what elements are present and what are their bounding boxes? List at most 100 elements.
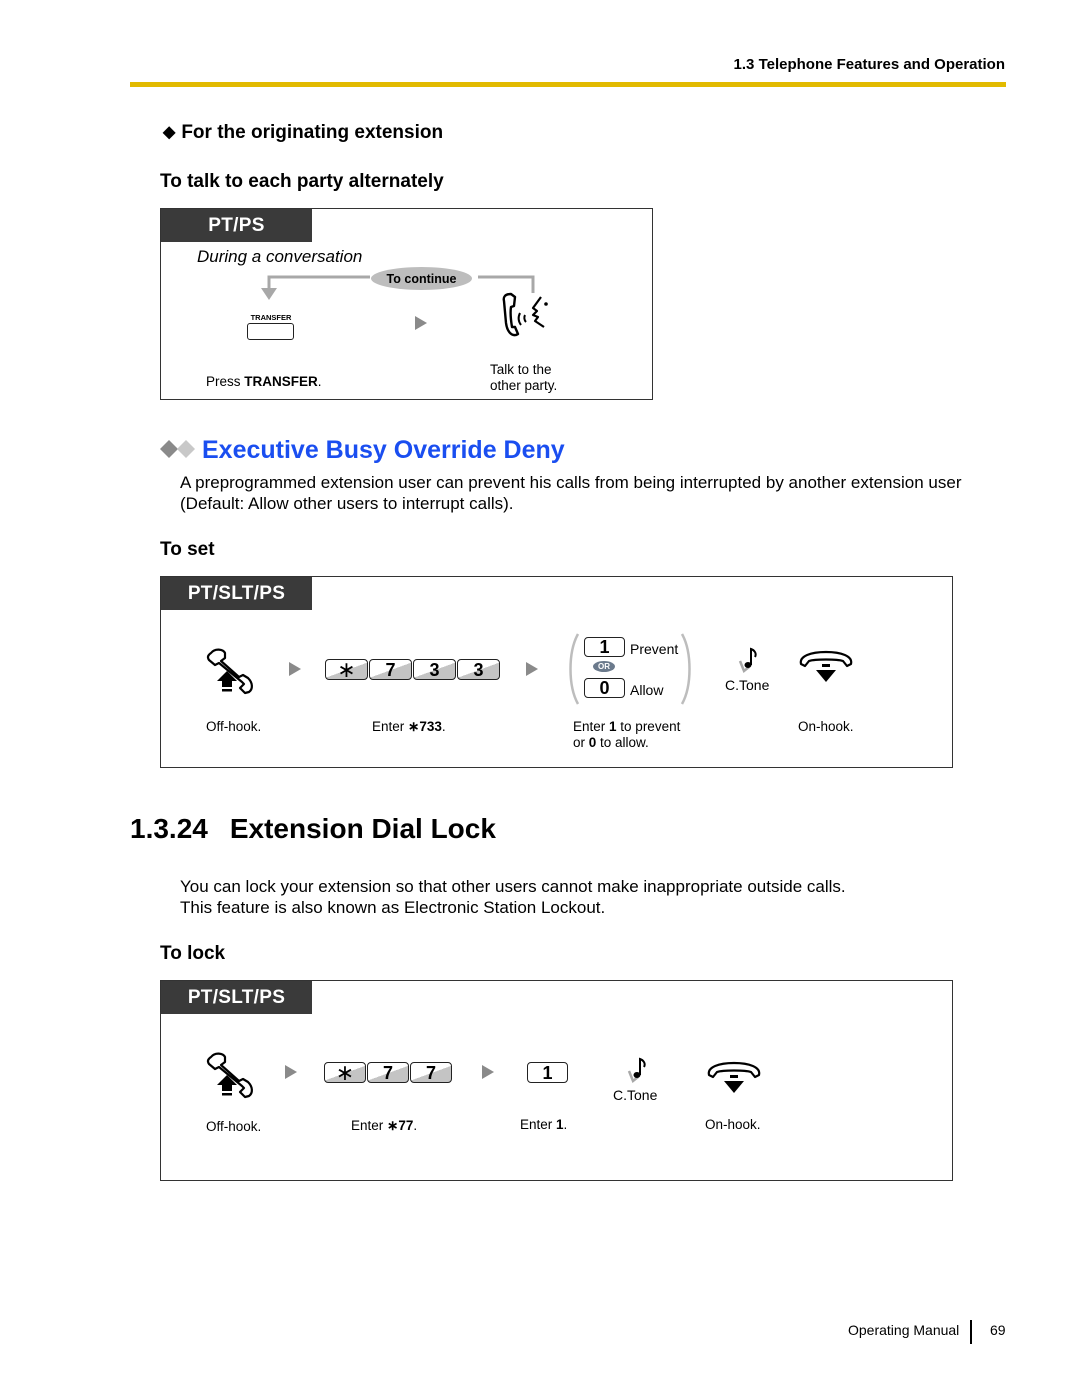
- caption-text: .: [317, 374, 322, 389]
- key-label: 1: [599, 637, 610, 657]
- section-title-text: Extension Dial Lock: [229, 813, 496, 844]
- on-hook-icon: [707, 1061, 761, 1093]
- caption-off-hook: Off-hook.: [206, 1119, 262, 1134]
- section-number: 1.3.24: [130, 813, 208, 844]
- device-tab: PT/SLT/PS: [161, 981, 312, 1014]
- caption-line: Enter 1 to prevent: [573, 719, 680, 735]
- on-hook-icon: [799, 650, 853, 682]
- caption-text: Enter: [573, 719, 610, 734]
- device-tab: PT/PS: [161, 209, 312, 242]
- to-lock-heading: To lock: [160, 943, 226, 964]
- key-7[interactable]: 7: [369, 659, 412, 680]
- key-label: 1: [542, 1062, 553, 1083]
- section-title: 1.3.24 Extension Dial Lock: [130, 813, 496, 845]
- next-step-arrow-icon: [285, 1065, 297, 1079]
- caption-enter-code: Enter ∗733.: [372, 719, 446, 735]
- caption-text: .: [441, 719, 446, 734]
- confirmation-tone-icon: [738, 647, 757, 674]
- caption-bold: 1: [556, 1117, 564, 1132]
- page-number: 69: [990, 1322, 1006, 1338]
- caption-text: .: [563, 1117, 568, 1132]
- key-3[interactable]: 3: [413, 659, 456, 680]
- next-step-arrow-icon: [482, 1065, 494, 1079]
- caption-bold: 1: [609, 719, 617, 734]
- transfer-key-label: TRANSFER: [250, 313, 292, 322]
- caption-text: Enter: [351, 1118, 388, 1133]
- key-1-prevent[interactable]: 1: [584, 637, 625, 657]
- caption-line: other party.: [490, 378, 558, 393]
- next-step-arrow-icon: [526, 662, 538, 676]
- caption-on-hook: On-hook.: [798, 719, 854, 734]
- confirmation-tone-icon: [627, 1057, 646, 1084]
- caption-text: to allow.: [596, 735, 649, 750]
- caption-enter-code: Enter ∗77.: [351, 1118, 417, 1134]
- description-line: (Default: Allow other users to interrupt…: [180, 494, 514, 513]
- caption-enter-1: Enter 1.: [520, 1117, 567, 1133]
- or-badge: OR: [593, 661, 615, 672]
- next-step-arrow-icon: [289, 662, 301, 676]
- key-label: 0: [599, 678, 610, 698]
- key-7[interactable]: 7: [410, 1062, 452, 1083]
- double-diamond-icon: [160, 440, 195, 458]
- header-rule: [130, 82, 1006, 87]
- key-star[interactable]: ∗: [325, 656, 368, 682]
- c-tone-label: C.Tone: [613, 1087, 658, 1103]
- allow-label: Allow: [630, 682, 664, 698]
- pt-ps-procedure-box: PT/PS During a conversation To continue …: [160, 208, 653, 400]
- off-hook-icon: [206, 1052, 253, 1099]
- diamond-bullet-icon: ◆: [163, 124, 176, 141]
- key-label: 3: [429, 659, 440, 680]
- key-7[interactable]: 7: [367, 1062, 409, 1083]
- key-label: 7: [385, 659, 396, 680]
- key-label: 3: [473, 659, 484, 680]
- footer-divider: [970, 1320, 972, 1344]
- context-label: During a conversation: [197, 247, 363, 266]
- description-line: A preprogrammed extension user can preve…: [180, 473, 962, 492]
- talk-handset-icon: [502, 292, 548, 337]
- key-star[interactable]: ∗: [324, 1059, 366, 1085]
- key-label: 7: [382, 1062, 393, 1083]
- caption-bold: ∗77: [387, 1118, 414, 1133]
- caption-text: to prevent: [616, 719, 681, 734]
- caption-text: Press: [206, 374, 245, 389]
- caption-text: or: [573, 735, 589, 750]
- originating-heading: ◆ For the originating extension: [163, 122, 443, 144]
- description-line: This feature is also known as Electronic…: [180, 898, 606, 917]
- description-line: You can lock your extension so that othe…: [180, 877, 846, 896]
- caption-text: Enter: [372, 719, 409, 734]
- next-step-arrow-icon: [415, 316, 427, 330]
- caption-bold: ∗733: [408, 719, 442, 734]
- dial-lock-description: You can lock your extension so that othe…: [180, 876, 1000, 918]
- key-label: ∗: [335, 1059, 355, 1085]
- executive-description: A preprogrammed extension user can preve…: [180, 472, 1010, 514]
- executive-busy-override-deny-title: Executive Busy Override Deny: [202, 436, 565, 464]
- key-label: 7: [425, 1062, 436, 1083]
- to-continue-label: To continue: [371, 267, 472, 290]
- to-lock-procedure-box: PT/SLT/PS ∗ 7 7 1 C.Tone Off-hook. Enter…: [160, 980, 953, 1181]
- caption-enter-choice: Enter 1 to prevent or 0 to allow.: [573, 719, 680, 751]
- caption-bold: TRANSFER: [244, 374, 318, 389]
- step-talk-caption: Talk to the other party.: [490, 362, 557, 394]
- key-0-allow[interactable]: 0: [584, 678, 625, 698]
- key-1[interactable]: 1: [527, 1062, 568, 1083]
- caption-line: Talk to the: [490, 362, 552, 377]
- c-tone-label: C.Tone: [725, 677, 770, 693]
- caption-on-hook: On-hook.: [705, 1117, 761, 1132]
- step-press-transfer-caption: Press TRANSFER.: [206, 374, 322, 390]
- originating-heading-text: For the originating extension: [181, 122, 444, 143]
- caption-text: Enter: [520, 1117, 557, 1132]
- off-hook-icon: [206, 648, 253, 695]
- transfer-button[interactable]: [247, 323, 294, 340]
- to-set-heading: To set: [160, 539, 215, 560]
- running-head: 1.3 Telephone Features and Operation: [733, 56, 1005, 73]
- footer-label: Operating Manual: [848, 1322, 960, 1338]
- device-tab: PT/SLT/PS: [161, 577, 312, 610]
- caption-line: or 0 to allow.: [573, 735, 680, 751]
- key-3[interactable]: 3: [457, 659, 500, 680]
- to-set-procedure-box: PT/SLT/PS ∗ 7 3 3 1 Prevent OR 0 Allow C…: [160, 576, 953, 768]
- caption-off-hook: Off-hook.: [206, 719, 262, 734]
- prevent-label: Prevent: [630, 641, 679, 657]
- alternate-subheading: To talk to each party alternately: [160, 171, 444, 192]
- key-label: ∗: [337, 656, 356, 682]
- caption-text: .: [413, 1118, 418, 1133]
